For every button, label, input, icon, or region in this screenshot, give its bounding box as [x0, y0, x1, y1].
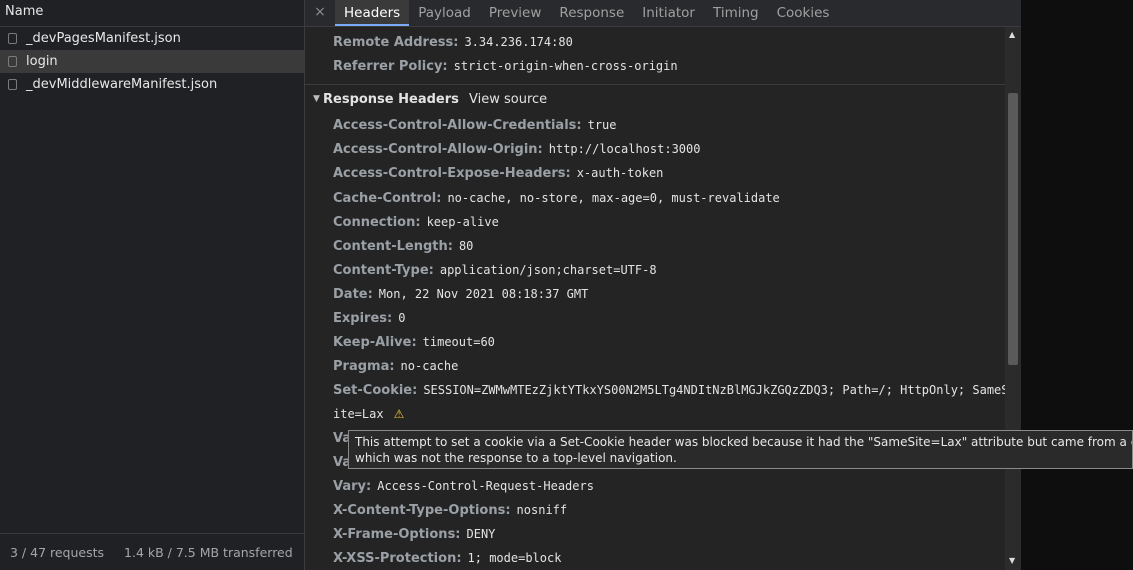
transferred-size: 1.4 kB / 7.5 MB transferred [124, 544, 293, 560]
header-value: x-auth-token [576, 166, 664, 180]
header-key: X-Frame-Options: [333, 527, 461, 542]
header-key: X-Content-Type-Options: [333, 503, 511, 518]
header-key: Pragma: [333, 359, 395, 374]
response-header-row: X-Frame-Options: DENY [333, 527, 495, 542]
response-header-row: Access-Control-Allow-Credentials: true [333, 118, 617, 133]
header-value: http://localhost:3000 [548, 142, 701, 156]
request-count: 3 / 47 requests [10, 544, 105, 560]
response-header-row: X-XSS-Protection: 1; mode=block [333, 551, 561, 566]
header-value: SESSION=ZWMwMTEzZjktYTkxYS00N2M5LTg4NDIt… [423, 383, 1005, 397]
response-header-row: Access-Control-Allow-Origin: http://local… [333, 142, 700, 157]
tab-preview[interactable]: Preview [480, 0, 551, 26]
scroll-up-arrow[interactable]: ▲ [1009, 30, 1015, 39]
header-key: Referrer Policy: [333, 59, 448, 74]
request-details-pane: × Headers Payload Preview Response Initi… [305, 0, 1021, 570]
empty-background [1021, 0, 1133, 570]
response-header-row: Pragma: no-cache [333, 359, 458, 374]
header-key: Access-Control-Allow-Origin: [333, 142, 543, 157]
header-value: Access-Control-Request-Headers [377, 479, 594, 493]
vertical-scrollbar[interactable]: ▲ ▼ [1005, 27, 1021, 570]
tooltip-line: This attempt to set a cookie via a Set-C… [355, 435, 1132, 449]
tab-response[interactable]: Response [550, 0, 633, 26]
request-row-selected[interactable]: login [0, 50, 304, 73]
name-column-header[interactable]: Name [0, 0, 304, 27]
request-name: _devMiddlewareManifest.json [26, 77, 218, 92]
truncated-status: 3. [303, 545, 304, 560]
header-key: Connection: [333, 215, 421, 230]
header-value: Mon, 22 Nov 2021 08:18:37 GMT [378, 287, 589, 301]
header-value: no-cache [400, 359, 459, 373]
tab-cookies[interactable]: Cookies [768, 0, 839, 26]
request-name: _devPagesManifest.json [26, 31, 181, 46]
header-key: Keep-Alive: [333, 335, 417, 350]
header-key: Expires: [333, 311, 393, 326]
header-value: application/json;charset=UTF-8 [439, 263, 657, 277]
response-header-row: Vary: Access-Control-Request-Headers [333, 479, 594, 494]
header-key: X-XSS-Protection: [333, 551, 462, 566]
header-key: Date: [333, 287, 373, 302]
request-list-pane: Name _devPagesManifest.json login _devMi… [0, 0, 305, 570]
header-value: 80 [458, 239, 474, 253]
header-value-continuation: ite=Lax [333, 407, 384, 421]
request-checkbox[interactable] [8, 56, 17, 67]
set-cookie-continuation: ite=Lax ⚠ [333, 407, 404, 422]
request-row[interactable]: _devPagesManifest.json [0, 27, 304, 50]
response-header-row-set-cookie: Set-Cookie: SESSION=ZWMwMTEzZjktYTkxYS00N… [333, 383, 1005, 398]
header-value: DENY [466, 527, 496, 541]
scrollbar-thumb[interactable] [1008, 93, 1018, 365]
collapse-triangle-icon[interactable]: ▼ [313, 94, 320, 104]
header-key: Cache-Control: [333, 191, 442, 206]
general-header-row: Referrer Policy: strict-origin-when-cross… [333, 59, 678, 74]
tab-headers[interactable]: Headers [335, 0, 410, 26]
tab-timing[interactable]: Timing [704, 0, 768, 26]
tab-payload[interactable]: Payload [409, 0, 480, 26]
header-value: timeout=60 [422, 335, 495, 349]
header-key: Access-Control-Expose-Headers: [333, 166, 571, 181]
header-key: Content-Length: [333, 239, 453, 254]
warning-icon[interactable]: ⚠ [394, 407, 405, 421]
response-headers-title[interactable]: Response Headers [323, 92, 459, 107]
request-row[interactable]: _devMiddlewareManifest.json [0, 73, 304, 96]
header-value: true [587, 118, 617, 132]
set-cookie-blocked-tooltip: This attempt to set a cookie via a Set-C… [348, 430, 1133, 469]
network-status-bar: 3 / 47 requests 1.4 kB / 7.5 MB transfer… [0, 533, 304, 570]
header-value: 1; mode=block [467, 551, 562, 565]
header-key: Content-Type: [333, 263, 434, 278]
response-header-row: Cache-Control: no-cache, no-store, max-ag… [333, 191, 780, 206]
header-value: nosniff [516, 503, 568, 517]
response-header-row: Content-Length: 80 [333, 239, 473, 254]
header-key: Set-Cookie: [333, 383, 418, 398]
header-value: 3.34.236.174:80 [464, 35, 573, 49]
details-tabbar: × Headers Payload Preview Response Initi… [305, 0, 1021, 27]
headers-content: Remote Address: 3.34.236.174:80 Referrer … [305, 27, 1005, 570]
request-checkbox[interactable] [8, 33, 17, 44]
response-header-row: Expires: 0 [333, 311, 405, 326]
view-source-link[interactable]: View source [469, 92, 547, 107]
response-headers-section[interactable]: ▼ Response Headers View source [305, 84, 1005, 115]
response-header-row: Keep-Alive: timeout=60 [333, 335, 495, 350]
request-checkbox[interactable] [8, 79, 17, 90]
header-value: keep-alive [426, 215, 499, 229]
header-value: strict-origin-when-cross-origin [453, 59, 678, 73]
response-header-row: Date: Mon, 22 Nov 2021 08:18:37 GMT [333, 287, 588, 302]
response-header-row: X-Content-Type-Options: nosniff [333, 503, 567, 518]
response-header-row: Access-Control-Expose-Headers: x-auth-tok… [333, 166, 663, 181]
close-icon[interactable]: × [305, 0, 335, 26]
scroll-down-arrow[interactable]: ▼ [1009, 556, 1015, 565]
tab-initiator[interactable]: Initiator [633, 0, 704, 26]
request-name: login [26, 54, 58, 69]
header-key: Remote Address: [333, 35, 459, 50]
tooltip-line: which was not the response to a top-leve… [355, 451, 677, 465]
response-header-row: Connection: keep-alive [333, 215, 499, 230]
general-header-row: Remote Address: 3.34.236.174:80 [333, 35, 573, 50]
header-key: Access-Control-Allow-Credentials: [333, 118, 582, 133]
header-key: Vary: [333, 479, 372, 494]
response-header-row: Content-Type: application/json;charset=UT… [333, 263, 657, 278]
header-value: no-cache, no-store, max-age=0, must-reva… [447, 191, 780, 205]
header-value: 0 [398, 311, 406, 325]
